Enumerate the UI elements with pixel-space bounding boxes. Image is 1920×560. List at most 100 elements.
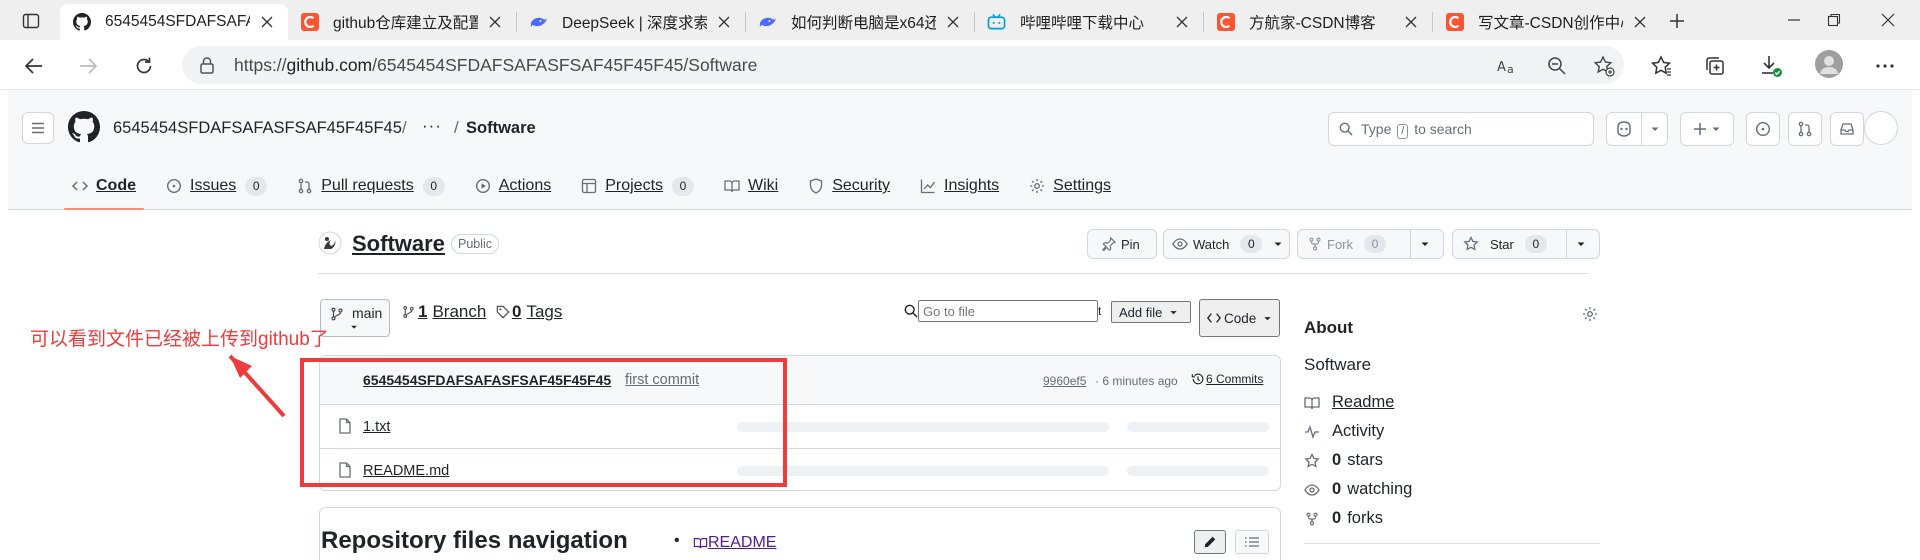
fork-dropdown[interactable] [1410,230,1439,258]
tab-title: 6545454SFDAFSAFASFSAF45F45F45/Software [105,13,250,30]
tab-actions-icon[interactable] [18,8,44,34]
edit-pencil-icon[interactable] [1194,530,1226,554]
pull-requests-button[interactable] [1788,112,1822,146]
tab-pull-requests[interactable]: Pull requests 0 [289,170,453,202]
inbox-icon [1839,121,1855,137]
tab-csdn-blog[interactable]: 方航家-CSDN博客 [1204,4,1432,40]
about-title: About [1304,318,1354,337]
branch-select-button[interactable]: main [320,299,390,337]
commit-sha[interactable]: 9960ef5 [1043,374,1086,388]
profile-avatar-icon[interactable] [1814,49,1844,79]
watch-button[interactable]: Watch 0 [1163,229,1290,259]
add-file-button[interactable]: Add file [1111,301,1191,323]
refresh-icon[interactable] [128,50,160,82]
inbox-button[interactable] [1830,112,1864,146]
window-close-icon[interactable] [1873,6,1903,34]
issues-button[interactable] [1746,112,1780,146]
repo-title[interactable]: Software [352,231,445,257]
tab-insights[interactable]: Insights [912,170,1007,202]
browser-tab-bar: 6545454SFDAFSAFASFSAF45F45F45/Software g… [0,0,1920,40]
close-icon[interactable] [486,13,504,31]
tab-code[interactable]: Code [64,170,144,210]
tab-title: DeepSeek | 深度求索 [562,15,707,32]
restore-icon[interactable] [1819,6,1849,34]
fork-button[interactable]: Fork 0 [1297,229,1444,259]
close-icon[interactable] [715,13,733,31]
tab-wiki[interactable]: Wiki [716,170,786,202]
user-avatar[interactable] [1864,111,1898,145]
tab-actions[interactable]: Actions [467,170,559,202]
tab-csdn-github-config[interactable]: github仓库建立及配置 [288,4,516,40]
repo-forked-icon [1308,237,1322,251]
close-icon[interactable] [944,13,962,31]
tab-settings[interactable]: Settings [1021,170,1119,202]
bullet: • [674,532,680,549]
zoom-out-icon[interactable] [1546,55,1568,77]
url-text: https://github.com/6545454SFDAFSAFASFSAF… [234,55,758,75]
star-dropdown[interactable] [1566,230,1595,258]
repo-owner-avatar[interactable] [318,231,342,255]
close-icon[interactable] [1402,13,1420,31]
code-button[interactable]: Code [1199,299,1280,337]
copilot-button[interactable] [1606,112,1668,146]
tab-x64-arm[interactable]: 如何判断电脑是x64还是arm [746,4,974,40]
breadcrumb-owner[interactable]: 6545454SFDAFSAFASFSAF45F45F45 [113,119,402,138]
breadcrumb-repo[interactable]: Software [466,119,536,138]
readme-tab[interactable]: README [693,534,776,552]
favorites-icon[interactable] [1648,53,1674,79]
shield-icon [808,178,824,194]
tab-github-software[interactable]: 6545454SFDAFSAFASFSAF45F45F45/Software [60,4,288,40]
menu-icon[interactable] [22,112,54,144]
about-watching-link[interactable]: 0 watching [1304,480,1412,499]
tab-projects[interactable]: Projects 0 [573,170,702,202]
more-options-icon[interactable] [1872,53,1898,79]
read-aloud-icon[interactable]: Aa [1496,55,1518,77]
close-icon[interactable] [258,13,276,31]
star-button[interactable]: Star 0 [1452,229,1600,259]
new-tab-icon[interactable] [1664,8,1690,34]
tab-title: 方航家-CSDN博客 [1249,15,1376,32]
tab-issues[interactable]: Issues 0 [158,170,275,202]
add-favorite-icon[interactable] [1593,55,1615,77]
tab-security[interactable]: Security [800,170,898,202]
collections-icon[interactable] [1702,53,1728,79]
url-bar[interactable]: https://github.com/6545454SFDAFSAFASFSAF… [182,46,1624,84]
breadcrumb-more-icon[interactable]: ··· [422,116,442,136]
github-logo-icon[interactable] [68,111,100,143]
forward-icon[interactable] [72,50,104,82]
tab-title: 写文章-CSDN创作中心 [1478,15,1623,32]
branches-link[interactable]: 1 Branch [402,302,486,322]
fork-count: 0 [1364,235,1386,253]
about-readme-link[interactable]: Readme [1304,393,1394,412]
gear-icon[interactable] [1582,306,1598,322]
pin-button[interactable]: Pin [1087,229,1157,259]
pulse-icon [1304,424,1320,439]
close-icon[interactable] [1173,13,1191,31]
star-icon [1304,452,1320,469]
table-icon [581,178,597,194]
tab-bilibili[interactable]: 哔哩哔哩下载中心 [975,4,1203,40]
go-to-file-shortcut: t [1098,304,1102,318]
lock-icon[interactable] [199,56,215,74]
projects-counter: 0 [672,176,695,196]
outline-list-icon[interactable] [1235,530,1269,554]
browser-address-bar: https://github.com/6545454SFDAFSAFASFSAF… [0,40,1920,90]
close-icon[interactable] [1631,13,1649,31]
breadcrumb-separator: / [454,118,459,137]
minimize-icon[interactable] [1779,6,1809,34]
tab-csdn-write[interactable]: 写文章-CSDN创作中心 [1433,4,1661,40]
downloads-icon[interactable] [1758,53,1784,79]
go-to-file-input[interactable] [918,300,1098,322]
back-icon[interactable] [18,50,50,82]
search-input[interactable]: Type / to search [1328,112,1594,146]
tab-deepseek[interactable]: DeepSeek | 深度求索 [517,4,745,40]
about-activity-link[interactable]: Activity [1304,422,1384,441]
chevron-down-icon [1711,124,1721,134]
about-stars-link[interactable]: 0 stars [1304,451,1383,470]
commits-link[interactable]: 6 Commits [1191,372,1263,386]
tags-link[interactable]: 0 Tags [496,302,562,322]
play-icon [475,178,491,194]
about-forks-link[interactable]: 0 forks [1304,509,1383,528]
create-new-button[interactable] [1680,112,1734,146]
search-placeholder: Type / to search [1361,121,1472,139]
